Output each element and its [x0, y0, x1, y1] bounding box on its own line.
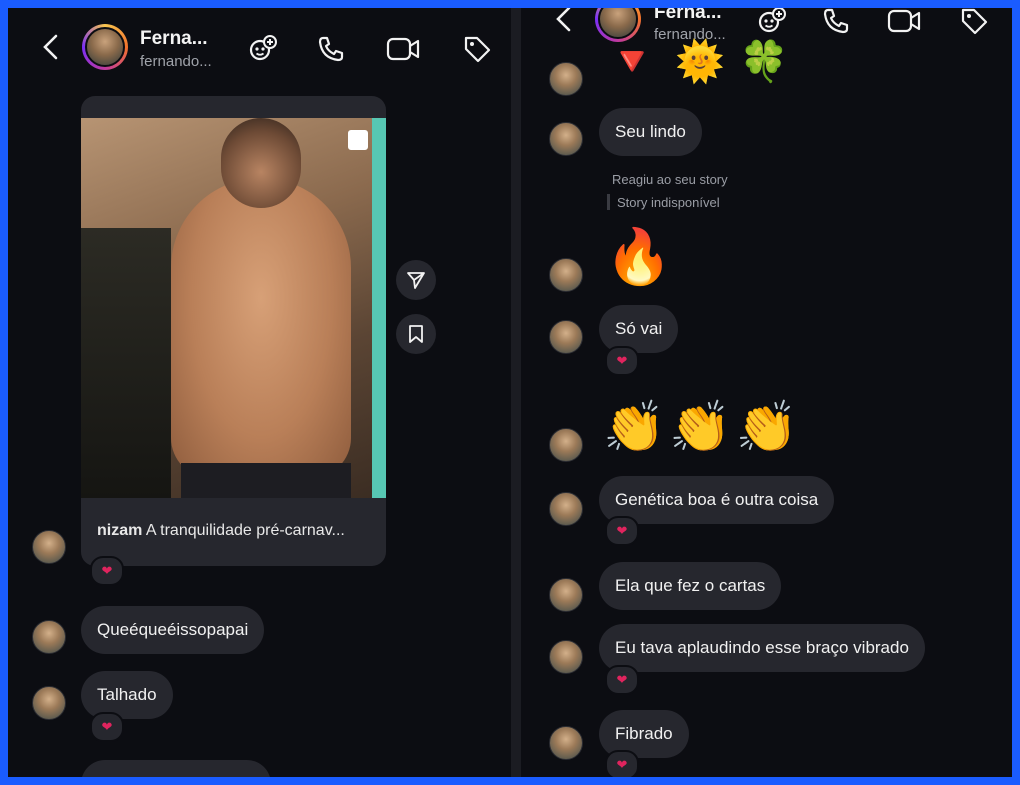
sender-avatar[interactable]	[549, 122, 583, 156]
story-unavailable: Story indisponível	[617, 195, 720, 210]
message-bubble[interactable]: Ela que fez o cartas	[599, 562, 782, 610]
tag-icon[interactable]	[957, 8, 991, 38]
sender-avatar[interactable]	[549, 492, 583, 526]
message-bubble[interactable]: Talhado	[81, 671, 173, 719]
heart-reaction[interactable]: ❤	[90, 712, 124, 742]
left-chat-header: Ferna... fernando...	[8, 8, 511, 88]
post-caption: nizam A tranquilidade pré-carnav...	[97, 522, 345, 540]
sender-avatar[interactable]	[549, 62, 583, 96]
message-bubble[interactable]: Seu lindo	[599, 108, 702, 156]
sender-avatar[interactable]	[549, 726, 583, 760]
contact-avatar[interactable]	[595, 8, 641, 42]
sender-avatar[interactable]	[549, 258, 583, 292]
heart-reaction[interactable]: ❤	[605, 346, 639, 376]
heart-reaction[interactable]: ❤	[90, 556, 124, 586]
video-call-icon[interactable]	[885, 8, 923, 38]
emoji-message-clap[interactable]: 👏👏👏	[603, 402, 802, 452]
sender-avatar[interactable]	[32, 686, 66, 720]
emoji-message-clover[interactable]: 🍀	[739, 42, 789, 82]
message-bubble-partial[interactable]	[81, 760, 271, 777]
emoji-message-heart[interactable]: 🔻	[607, 42, 657, 82]
contact-username: fernando...	[140, 53, 212, 70]
message-bubble[interactable]: Genética boa é outra coisa	[599, 476, 835, 524]
emoji-message-fire[interactable]: 🔥	[605, 230, 672, 284]
audio-call-icon[interactable]	[819, 8, 853, 38]
story-quote-bar	[607, 194, 610, 210]
share-button[interactable]	[396, 260, 436, 300]
heart-reaction[interactable]: ❤	[605, 750, 639, 777]
back-icon[interactable]	[549, 8, 579, 34]
contact-name[interactable]: Ferna...	[140, 28, 208, 50]
multi-image-icon	[348, 130, 368, 150]
sender-avatar[interactable]	[549, 578, 583, 612]
shared-post[interactable]: nizam A tranquilidade pré-carnav...	[81, 96, 386, 566]
panel-divider	[511, 8, 521, 777]
screenshot-frame: Ferna... fernando... nizam A tranquilida…	[8, 8, 1012, 777]
left-chat-panel: Ferna... fernando... nizam A tranquilida…	[8, 8, 511, 777]
right-chat-panel: Ferna... fernando... 🔻 🌞 🍀 Seu lindo Rea…	[521, 8, 1012, 777]
back-icon[interactable]	[36, 32, 66, 62]
message-bubble[interactable]: Eu tava aplaudindo esse braço vibrado	[599, 624, 925, 672]
save-button[interactable]	[396, 314, 436, 354]
sender-avatar[interactable]	[549, 320, 583, 354]
tag-icon[interactable]	[460, 32, 494, 66]
sender-avatar[interactable]	[549, 640, 583, 674]
video-call-icon[interactable]	[384, 32, 422, 66]
post-photo[interactable]	[81, 118, 386, 498]
story-reaction-label: Reagiu ao seu story	[612, 172, 728, 187]
message-bubble[interactable]: Queéqueéissopapai	[81, 606, 265, 654]
audio-call-icon[interactable]	[314, 32, 348, 66]
contact-avatar[interactable]	[82, 24, 128, 70]
add-people-icon[interactable]	[755, 8, 789, 38]
emoji-message-sun[interactable]: 🌞	[675, 42, 725, 82]
heart-reaction[interactable]: ❤	[605, 516, 639, 546]
message-bubble[interactable]: Só vai	[599, 305, 679, 353]
sender-avatar[interactable]	[32, 620, 66, 654]
bookmark-icon	[409, 325, 423, 343]
contact-name[interactable]: Ferna...	[654, 8, 722, 24]
caption-text: A tranquilidade pré-carnav...	[145, 522, 345, 539]
caption-username[interactable]: nizam	[97, 522, 142, 539]
sender-avatar[interactable]	[549, 428, 583, 462]
add-people-icon[interactable]	[246, 32, 280, 66]
heart-reaction[interactable]: ❤	[605, 665, 639, 695]
sender-avatar[interactable]	[32, 530, 66, 564]
send-icon	[407, 272, 425, 289]
